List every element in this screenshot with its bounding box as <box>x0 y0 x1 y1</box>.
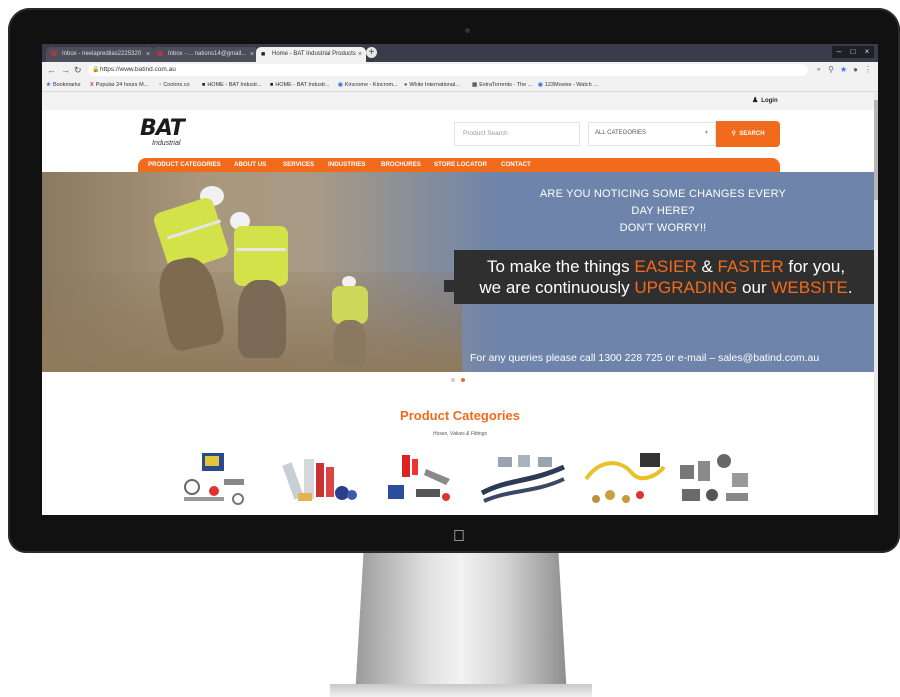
hero-contact: For any queries please call 1300 228 725… <box>470 352 820 364</box>
product-image-fittings[interactable] <box>580 449 670 509</box>
zoom-icon[interactable]: ⚲ <box>828 64 834 76</box>
login-link[interactable]: ♟ Login <box>752 96 778 106</box>
browser-window: M Inbox - neelapredilas2225320 × M Inbox… <box>42 44 878 515</box>
key-icon[interactable]: ⚬ <box>815 64 822 76</box>
search-icon: ⚲ <box>731 131 736 137</box>
reload-icon[interactable]: ↻ <box>74 64 82 76</box>
bookmark-item[interactable]: ● White International... <box>404 78 460 92</box>
apple-logo-icon:  <box>450 528 468 546</box>
slider-dots <box>451 378 465 382</box>
tab-label: Home - BAT Industrial Products <box>272 51 356 57</box>
search-input[interactable]: Product Search <box>454 122 580 146</box>
nav-about-us[interactable]: ABOUT US <box>234 158 266 172</box>
bat-favicon-icon: ■ <box>270 82 274 88</box>
address-bar[interactable]: 🔒 https://www.batind.com.au <box>88 64 808 76</box>
gmail-icon: M <box>157 51 163 58</box>
bookmark-item[interactable]: ◉ Kincrome - Kincrom... <box>338 78 398 92</box>
close-window-icon[interactable]: × <box>860 46 874 58</box>
kincrome-icon: ◉ <box>338 82 343 88</box>
hero-banner: ARE YOU NOTICING SOME CHANGES EVERY DAY … <box>42 172 878 372</box>
page-scrollbar[interactable] <box>874 92 878 515</box>
extratorrents-icon: ▦ <box>472 82 478 88</box>
maximize-icon[interactable]: □ <box>846 46 860 58</box>
tab-label: Inbox - neelapredilas2225320 <box>62 51 142 57</box>
hero-message: To make the things EASIER & FASTER for y… <box>479 257 853 297</box>
gmail-icon: M <box>51 51 57 58</box>
lock-icon: 🔒 <box>92 67 100 73</box>
coolors-icon: ◔ <box>158 82 162 88</box>
product-image-tools[interactable] <box>376 449 466 509</box>
chevron-down-icon: ▼ <box>704 130 709 136</box>
bookmark-item[interactable]: ■ HOME - BAT Industr... <box>202 78 262 92</box>
slider-dot-active[interactable] <box>461 378 465 382</box>
product-image-hoses[interactable] <box>478 449 568 509</box>
close-icon[interactable]: × <box>146 47 150 62</box>
monitor-stand <box>355 553 567 697</box>
bat-favicon-icon: ■ <box>261 51 266 58</box>
white-intl-icon: ● <box>404 82 408 88</box>
bat-logo[interactable]: BAT Industrial <box>140 117 204 151</box>
url-text: https://www.batind.com.au <box>100 66 176 73</box>
bookmark-item[interactable]: ◔ Coolors.co <box>158 78 190 92</box>
menu-icon[interactable]: ⋮ <box>864 64 872 76</box>
slider-dot[interactable] <box>451 378 455 382</box>
toolbar-icons: ⚬ ⚲ ★ ● ⋮ <box>815 64 872 76</box>
bookmark-item[interactable]: ★ Bookmarks <box>46 78 80 92</box>
close-icon[interactable]: × <box>250 47 254 62</box>
product-image-accessories[interactable] <box>172 449 262 509</box>
product-image-valves[interactable] <box>672 449 762 509</box>
tab-bar: M Inbox - neelapredilas2225320 × M Inbox… <box>42 44 878 62</box>
close-icon[interactable]: × <box>358 47 362 62</box>
tab-label: Inbox - ... nations14@gmail... <box>168 51 247 57</box>
bat-favicon-icon: ■ <box>202 82 206 88</box>
scrollbar-thumb[interactable] <box>874 100 878 200</box>
back-icon[interactable]: ← <box>47 64 56 76</box>
nav-contact[interactable]: CONTACT <box>501 158 531 172</box>
x-icon: X <box>90 82 94 88</box>
top-bar: ♟ Login <box>42 92 878 110</box>
product-categories-title: Product Categories <box>400 408 520 423</box>
star-icon: ★ <box>46 82 51 88</box>
workers-photo <box>42 172 502 372</box>
search-button[interactable]: ⚲ SEARCH <box>716 121 780 147</box>
bookmark-item[interactable]: ◉ 123Movies - Watch ... <box>538 78 598 92</box>
movies-icon: ◉ <box>538 82 543 88</box>
stand-base <box>330 684 592 697</box>
product-categories-subtitle: Hoses, Valves & Fittings <box>432 431 487 437</box>
bookmark-item[interactable]: ▦ ExtraTorrents - The ... <box>472 78 532 92</box>
profile-icon[interactable]: ● <box>853 64 858 76</box>
tab-bat-home[interactable]: ■ Home - BAT Industrial Products × <box>256 47 366 62</box>
camera-icon <box>465 28 470 33</box>
tab-inbox-1[interactable]: M Inbox - neelapredilas2225320 × <box>46 47 154 62</box>
nav-store-locator[interactable]: STORE LOCATOR <box>434 158 487 172</box>
window-controls: – □ × <box>832 46 874 58</box>
user-icon: ♟ <box>752 97 759 104</box>
browser-toolbar: ← → ↻ 🔒 https://www.batind.com.au ⚬ ⚲ ★ … <box>42 62 878 78</box>
forward-icon[interactable]: → <box>61 64 70 76</box>
minimize-icon[interactable]: – <box>832 46 846 58</box>
star-icon[interactable]: ★ <box>840 64 847 76</box>
nav-product-categories[interactable]: PRODUCT CATEGORIES <box>148 158 221 172</box>
hero-question: ARE YOU NOTICING SOME CHANGES EVERY DAY … <box>539 188 787 234</box>
bookmarks-bar: ★ Bookmarks X Popular 24 hours M... ◔ Coolo… <box>42 78 878 92</box>
hero-message-box: To make the things EASIER & FASTER for y… <box>444 250 878 304</box>
nav-brochures[interactable]: BROCHURES <box>381 158 421 172</box>
new-tab-button[interactable]: + <box>366 47 377 58</box>
product-images <box>172 449 762 515</box>
tab-inbox-2[interactable]: M Inbox - ... nations14@gmail... × <box>152 47 258 62</box>
product-image-adhesives[interactable] <box>274 449 364 509</box>
bookmark-item[interactable]: ■ HOME - BAT Industr... <box>270 78 330 92</box>
nav-industries[interactable]: INDUSTRIES <box>328 158 365 172</box>
main-nav: PRODUCT CATEGORIES ABOUT US SERVICES IND… <box>138 158 780 172</box>
bookmark-item[interactable]: X Popular 24 hours M... <box>90 78 148 92</box>
nav-services[interactable]: SERVICES <box>283 158 314 172</box>
category-select[interactable]: ALL CATEGORIES ▼ <box>588 122 716 146</box>
